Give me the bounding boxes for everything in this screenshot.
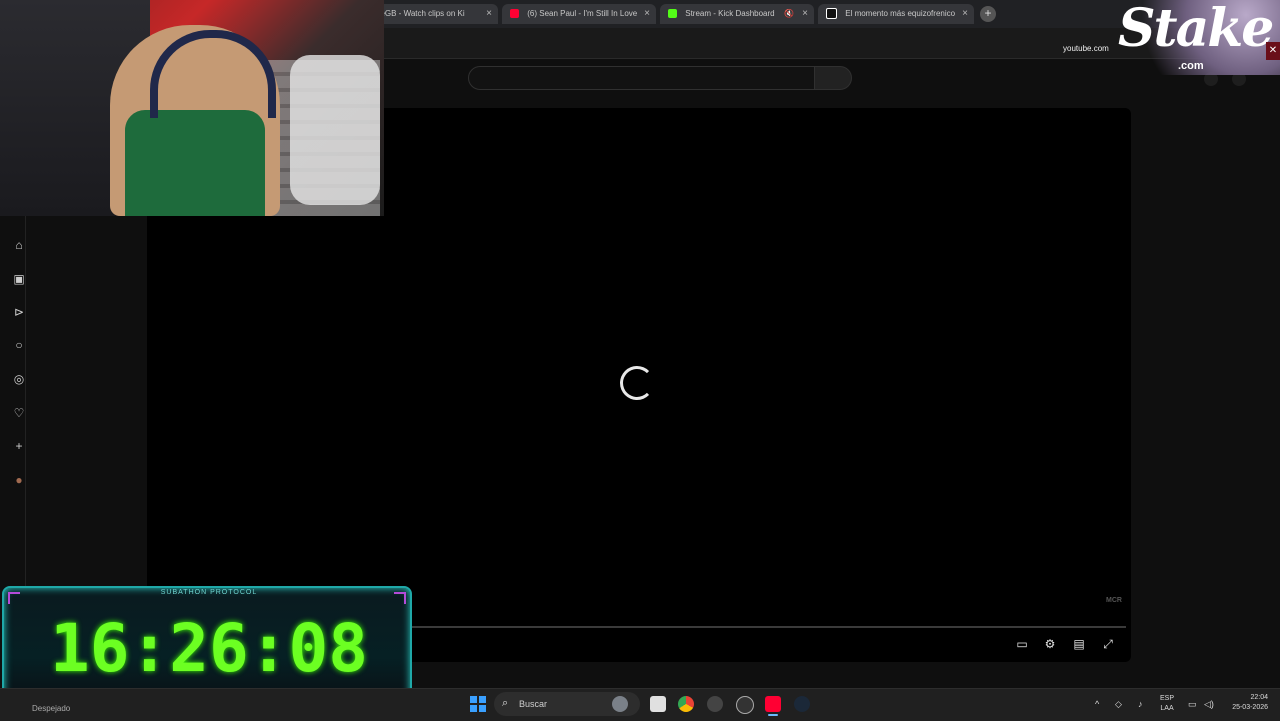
home-icon[interactable]: ⌂ [12, 238, 26, 252]
media-player-icon[interactable] [736, 696, 754, 714]
add-icon[interactable]: + [12, 439, 26, 453]
shorts-icon[interactable]: ▣ [12, 272, 26, 286]
chevron-up-icon[interactable]: ^ [1095, 699, 1099, 709]
tab-kick-clips[interactable]: eeGB - Watch clips on Ki × [376, 4, 498, 24]
keyboard-layout: LAA [1160, 705, 1174, 712]
obs-icon[interactable] [707, 696, 723, 712]
clock-date: 25-03-2026 [1232, 704, 1268, 711]
youtube-search-input[interactable] [468, 66, 816, 90]
taskbar-search-placeholder: Buscar [519, 699, 548, 709]
video-player-area [147, 216, 384, 586]
new-tab-button[interactable]: + [980, 6, 996, 22]
network-off-icon[interactable]: ◇ [1115, 699, 1122, 710]
miniplayer-icon[interactable]: ▤ [1070, 636, 1088, 652]
timer-countdown: 16:26:08 [50, 610, 368, 687]
file-explorer-icon[interactable] [650, 696, 666, 712]
fullscreen-icon[interactable]: ⤢ [1099, 636, 1117, 652]
video-watermark: MCR [1106, 597, 1122, 604]
tab-close-icon[interactable]: × [486, 4, 492, 24]
stake-logo: Stake [1118, 0, 1274, 59]
close-icon[interactable]: ✕ [1266, 42, 1280, 60]
turtle-widget-icon[interactable] [612, 696, 628, 712]
tab-kick-dashboard[interactable]: Stream - Kick Dashboard 🔇 × [660, 4, 814, 24]
active-app-indicator [768, 714, 778, 716]
tiktok-favicon-icon [826, 8, 837, 20]
search-icon: ⌕ [502, 697, 509, 709]
timer-label: SUBATHON PROTOCOL [160, 589, 258, 596]
mute-icon[interactable]: 🔇 [784, 4, 794, 24]
avatar-icon[interactable]: ● [12, 473, 26, 487]
windows-start-icon[interactable] [470, 696, 486, 712]
tab-tiktok-clip[interactable]: El momento más equizofrenico × [818, 4, 974, 24]
windows-taskbar [0, 688, 1280, 721]
tab-title: El momento más equizofrenico [845, 9, 956, 18]
volume-icon[interactable]: ◁) [1204, 699, 1214, 710]
heart-icon[interactable]: ♡ [12, 406, 26, 420]
youtube-search-button[interactable] [814, 66, 852, 90]
steam-icon[interactable] [794, 696, 810, 712]
site-host-label: youtube.com [1063, 44, 1109, 53]
video-progress-bar[interactable] [412, 626, 1126, 628]
webcam-chair [290, 55, 380, 205]
streamer-webcam [0, 0, 384, 216]
webcam-jersey [125, 110, 265, 216]
language-code: ESP [1160, 695, 1175, 702]
display-icon[interactable]: ▭ [1188, 699, 1197, 710]
kick-favicon-icon [668, 9, 677, 19]
weather-widget[interactable]: Despejado [32, 704, 70, 713]
explore-icon[interactable]: ◎ [12, 372, 26, 386]
clock-time: 22:04 [1250, 694, 1268, 701]
subtitles-icon[interactable]: ▭ [1013, 636, 1031, 652]
loading-spinner-icon [620, 366, 654, 400]
tab-youtube-sean-paul[interactable]: (6) Sean Paul - I'm Still In Love × [502, 4, 656, 24]
tab-title: Stream - Kick Dashboard [685, 9, 775, 18]
language-indicator[interactable]: ESP LAA [1160, 694, 1174, 714]
tab-title: eeGB - Watch clips on Ki [376, 9, 465, 18]
tab-close-icon[interactable]: × [962, 4, 968, 24]
settings-icon[interactable]: ⚙ [1041, 636, 1059, 652]
tab-close-icon[interactable]: × [802, 4, 808, 24]
tab-close-icon[interactable]: × [644, 4, 650, 24]
youtube-app-icon[interactable] [765, 696, 781, 712]
tab-title: (6) Sean Paul - I'm Still In Love [527, 9, 638, 18]
microphone-icon[interactable]: ♪ [1138, 699, 1143, 709]
youtube-favicon-icon [510, 9, 519, 19]
stake-logo-domain: .com [1178, 60, 1204, 72]
filter-icon[interactable]: ⊳ [12, 305, 26, 319]
chrome-icon[interactable] [678, 696, 694, 712]
system-clock[interactable]: 22:04 25-03-2026 [1222, 693, 1268, 713]
search-icon[interactable]: ○ [12, 338, 26, 352]
